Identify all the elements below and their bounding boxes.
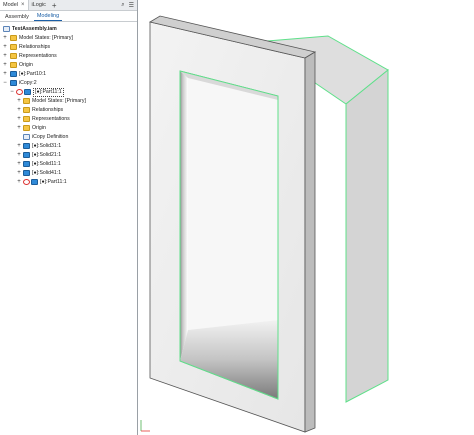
expand-icon[interactable]: +	[2, 70, 8, 79]
tree-item-label: Representations	[19, 53, 57, 59]
tree-item-model-states[interactable]: + Model States: [Primary]	[0, 34, 137, 43]
subtab-modeling[interactable]: Modeling	[33, 12, 63, 21]
tree-item-part11-selected[interactable]: − [●]:Part11:1	[0, 88, 137, 97]
box-right-face[interactable]	[345, 68, 389, 403]
tree-item-label: Origin	[32, 125, 46, 131]
frame-right-edge	[304, 51, 316, 433]
tree-item-solid31[interactable]: + [●]:Solid31:1	[0, 142, 137, 151]
tab-ilogic[interactable]: iLogic	[29, 0, 49, 10]
tree-item-label: iCopy:2	[19, 80, 37, 86]
folder-icon	[10, 44, 17, 50]
collapse-icon[interactable]: −	[2, 79, 8, 88]
search-icon[interactable]: ⌕	[121, 2, 124, 9]
tree-item-label: Representations	[32, 116, 70, 122]
tree-item-label: [●]:Part11:1	[33, 88, 64, 97]
tree-item-label: TestAssembly.iam	[12, 26, 57, 32]
model-3d-view[interactable]	[138, 0, 474, 435]
tree-item-relationships[interactable]: + Relationships	[0, 43, 137, 52]
expand-icon[interactable]: +	[2, 52, 8, 61]
tree-item-label: Relationships	[32, 107, 64, 113]
icopy-link-icon	[16, 89, 23, 95]
tree-item-label: iCopy Definition	[32, 134, 69, 140]
assembly-icon	[3, 26, 10, 32]
icopy-link-icon	[23, 179, 30, 185]
expand-icon[interactable]: +	[16, 142, 22, 151]
interior-left-wall	[180, 71, 188, 361]
part-icon	[23, 143, 30, 149]
expand-icon[interactable]: +	[16, 151, 22, 160]
tree-item-part10[interactable]: + [●]:Part10:1	[0, 70, 137, 79]
graphics-viewport[interactable]	[138, 0, 474, 435]
expand-icon[interactable]: +	[16, 97, 22, 106]
tree-item-origin[interactable]: + Origin	[0, 124, 137, 133]
expand-icon[interactable]: +	[16, 106, 22, 115]
tree-item-root[interactable]: TestAssembly.iam	[0, 25, 137, 34]
folder-icon	[10, 35, 17, 41]
expand-icon[interactable]: +	[2, 43, 8, 52]
menu-icon[interactable]: ☰	[129, 2, 134, 9]
tree-item-solid21[interactable]: + [●]:Solid21:1	[0, 151, 137, 160]
tree-item-label: [●]:Part11:1	[40, 179, 67, 185]
part-icon	[23, 170, 30, 176]
model-browser: Model × iLogic + ⌕ ☰ Assembly Modeling T…	[0, 0, 138, 435]
expand-icon[interactable]: +	[2, 34, 8, 43]
browser-subtabs: Assembly Modeling	[0, 11, 137, 22]
definition-icon	[23, 134, 30, 140]
tree-item-label: Model States: [Primary]	[19, 35, 73, 41]
tree-item-label: [●]:Solid41:1	[32, 170, 62, 176]
tree-item-label: Origin	[19, 62, 33, 68]
tree-item-relationships[interactable]: + Relationships	[0, 106, 137, 115]
tree-item-part11[interactable]: + [●]:Part11:1	[0, 178, 137, 187]
tree-item-label: [●]:Solid11:1	[32, 161, 61, 167]
tree-item-icopy-definition[interactable]: iCopy Definition	[0, 133, 137, 142]
tab-model-label: Model	[3, 2, 18, 8]
tree-item-label: [●]:Part10:1	[19, 71, 47, 77]
tree-item-model-states[interactable]: + Model States: [Primary]	[0, 97, 137, 106]
folder-icon	[23, 98, 30, 104]
tree-item-label: Relationships	[19, 44, 51, 50]
part-icon	[23, 152, 30, 158]
origin-folder-icon	[23, 125, 30, 131]
folder-icon	[23, 116, 30, 122]
subtab-assembly[interactable]: Assembly	[2, 13, 32, 21]
expand-icon[interactable]: +	[16, 124, 22, 133]
tree-item-origin[interactable]: + Origin	[0, 61, 137, 70]
origin-folder-icon	[10, 62, 17, 68]
interior-back-wall	[188, 78, 278, 330]
tree-item-representations[interactable]: + Representations	[0, 52, 137, 61]
folder-icon	[10, 53, 17, 59]
folder-icon	[23, 107, 30, 113]
part-icon	[24, 89, 31, 95]
tab-model[interactable]: Model ×	[0, 0, 29, 10]
tree-item-icopy[interactable]: − iCopy:2	[0, 79, 137, 88]
tree-item-label: [●]:Solid21:1	[32, 152, 62, 158]
expand-icon[interactable]: +	[16, 169, 22, 178]
expand-icon[interactable]: +	[16, 115, 22, 124]
expand-icon[interactable]: +	[16, 178, 22, 187]
icopy-icon	[10, 80, 17, 86]
tree-item-representations[interactable]: + Representations	[0, 115, 137, 124]
tree-item-solid41[interactable]: + [●]:Solid41:1	[0, 169, 137, 178]
tree-item-label: [●]:Solid31:1	[32, 143, 62, 149]
tree-item-label: Model States: [Primary]	[32, 98, 86, 104]
part-icon	[31, 179, 38, 185]
collapse-icon[interactable]: −	[9, 88, 15, 97]
expand-icon[interactable]: +	[16, 160, 22, 169]
part-icon	[10, 71, 17, 77]
tree-item-solid11[interactable]: + [●]:Solid11:1	[0, 160, 137, 169]
tab-ilogic-label: iLogic	[31, 2, 46, 8]
assembly-tree: TestAssembly.iam + Model States: [Primar…	[0, 22, 137, 187]
add-tab-button[interactable]: +	[49, 1, 60, 10]
expand-icon[interactable]: +	[2, 61, 8, 70]
close-icon[interactable]: ×	[21, 2, 25, 8]
part-icon	[23, 161, 30, 167]
browser-tabbar: Model × iLogic + ⌕ ☰	[0, 0, 137, 11]
